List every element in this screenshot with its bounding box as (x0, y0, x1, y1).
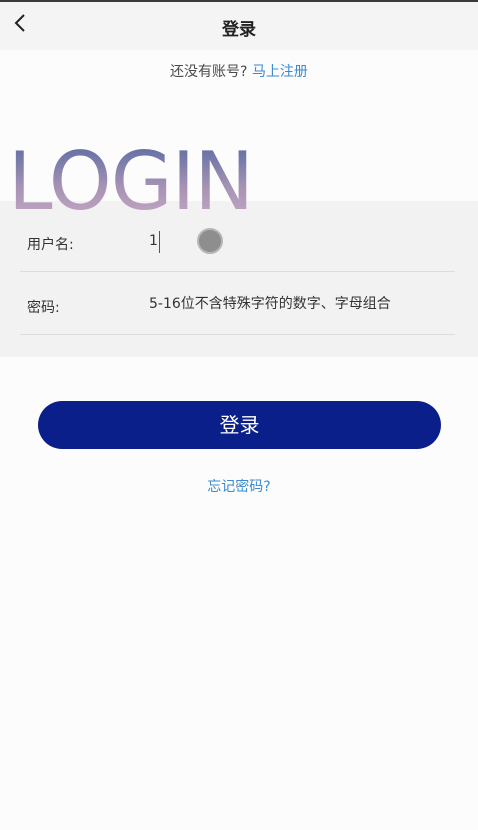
login-button[interactable]: 登录 (38, 401, 441, 449)
password-label: 密码: (27, 300, 60, 316)
text-cursor (159, 231, 160, 253)
password-field[interactable] (149, 290, 449, 318)
username-label: 用户名: (27, 237, 74, 253)
forgot-password-link[interactable]: 忘记密码? (0, 476, 478, 496)
login-banner-text: LOGIN (8, 135, 254, 228)
username-field[interactable] (149, 227, 449, 255)
register-prompt-line: 还没有账号? 马上注册 (0, 61, 478, 81)
register-link[interactable]: 马上注册 (252, 64, 308, 80)
register-prompt-text: 还没有账号? (170, 64, 248, 80)
touch-indicator (197, 228, 223, 254)
password-row: 密码: (20, 274, 455, 335)
page-title: 登录 (222, 20, 256, 40)
top-nav-bar: 登录 (0, 2, 478, 50)
